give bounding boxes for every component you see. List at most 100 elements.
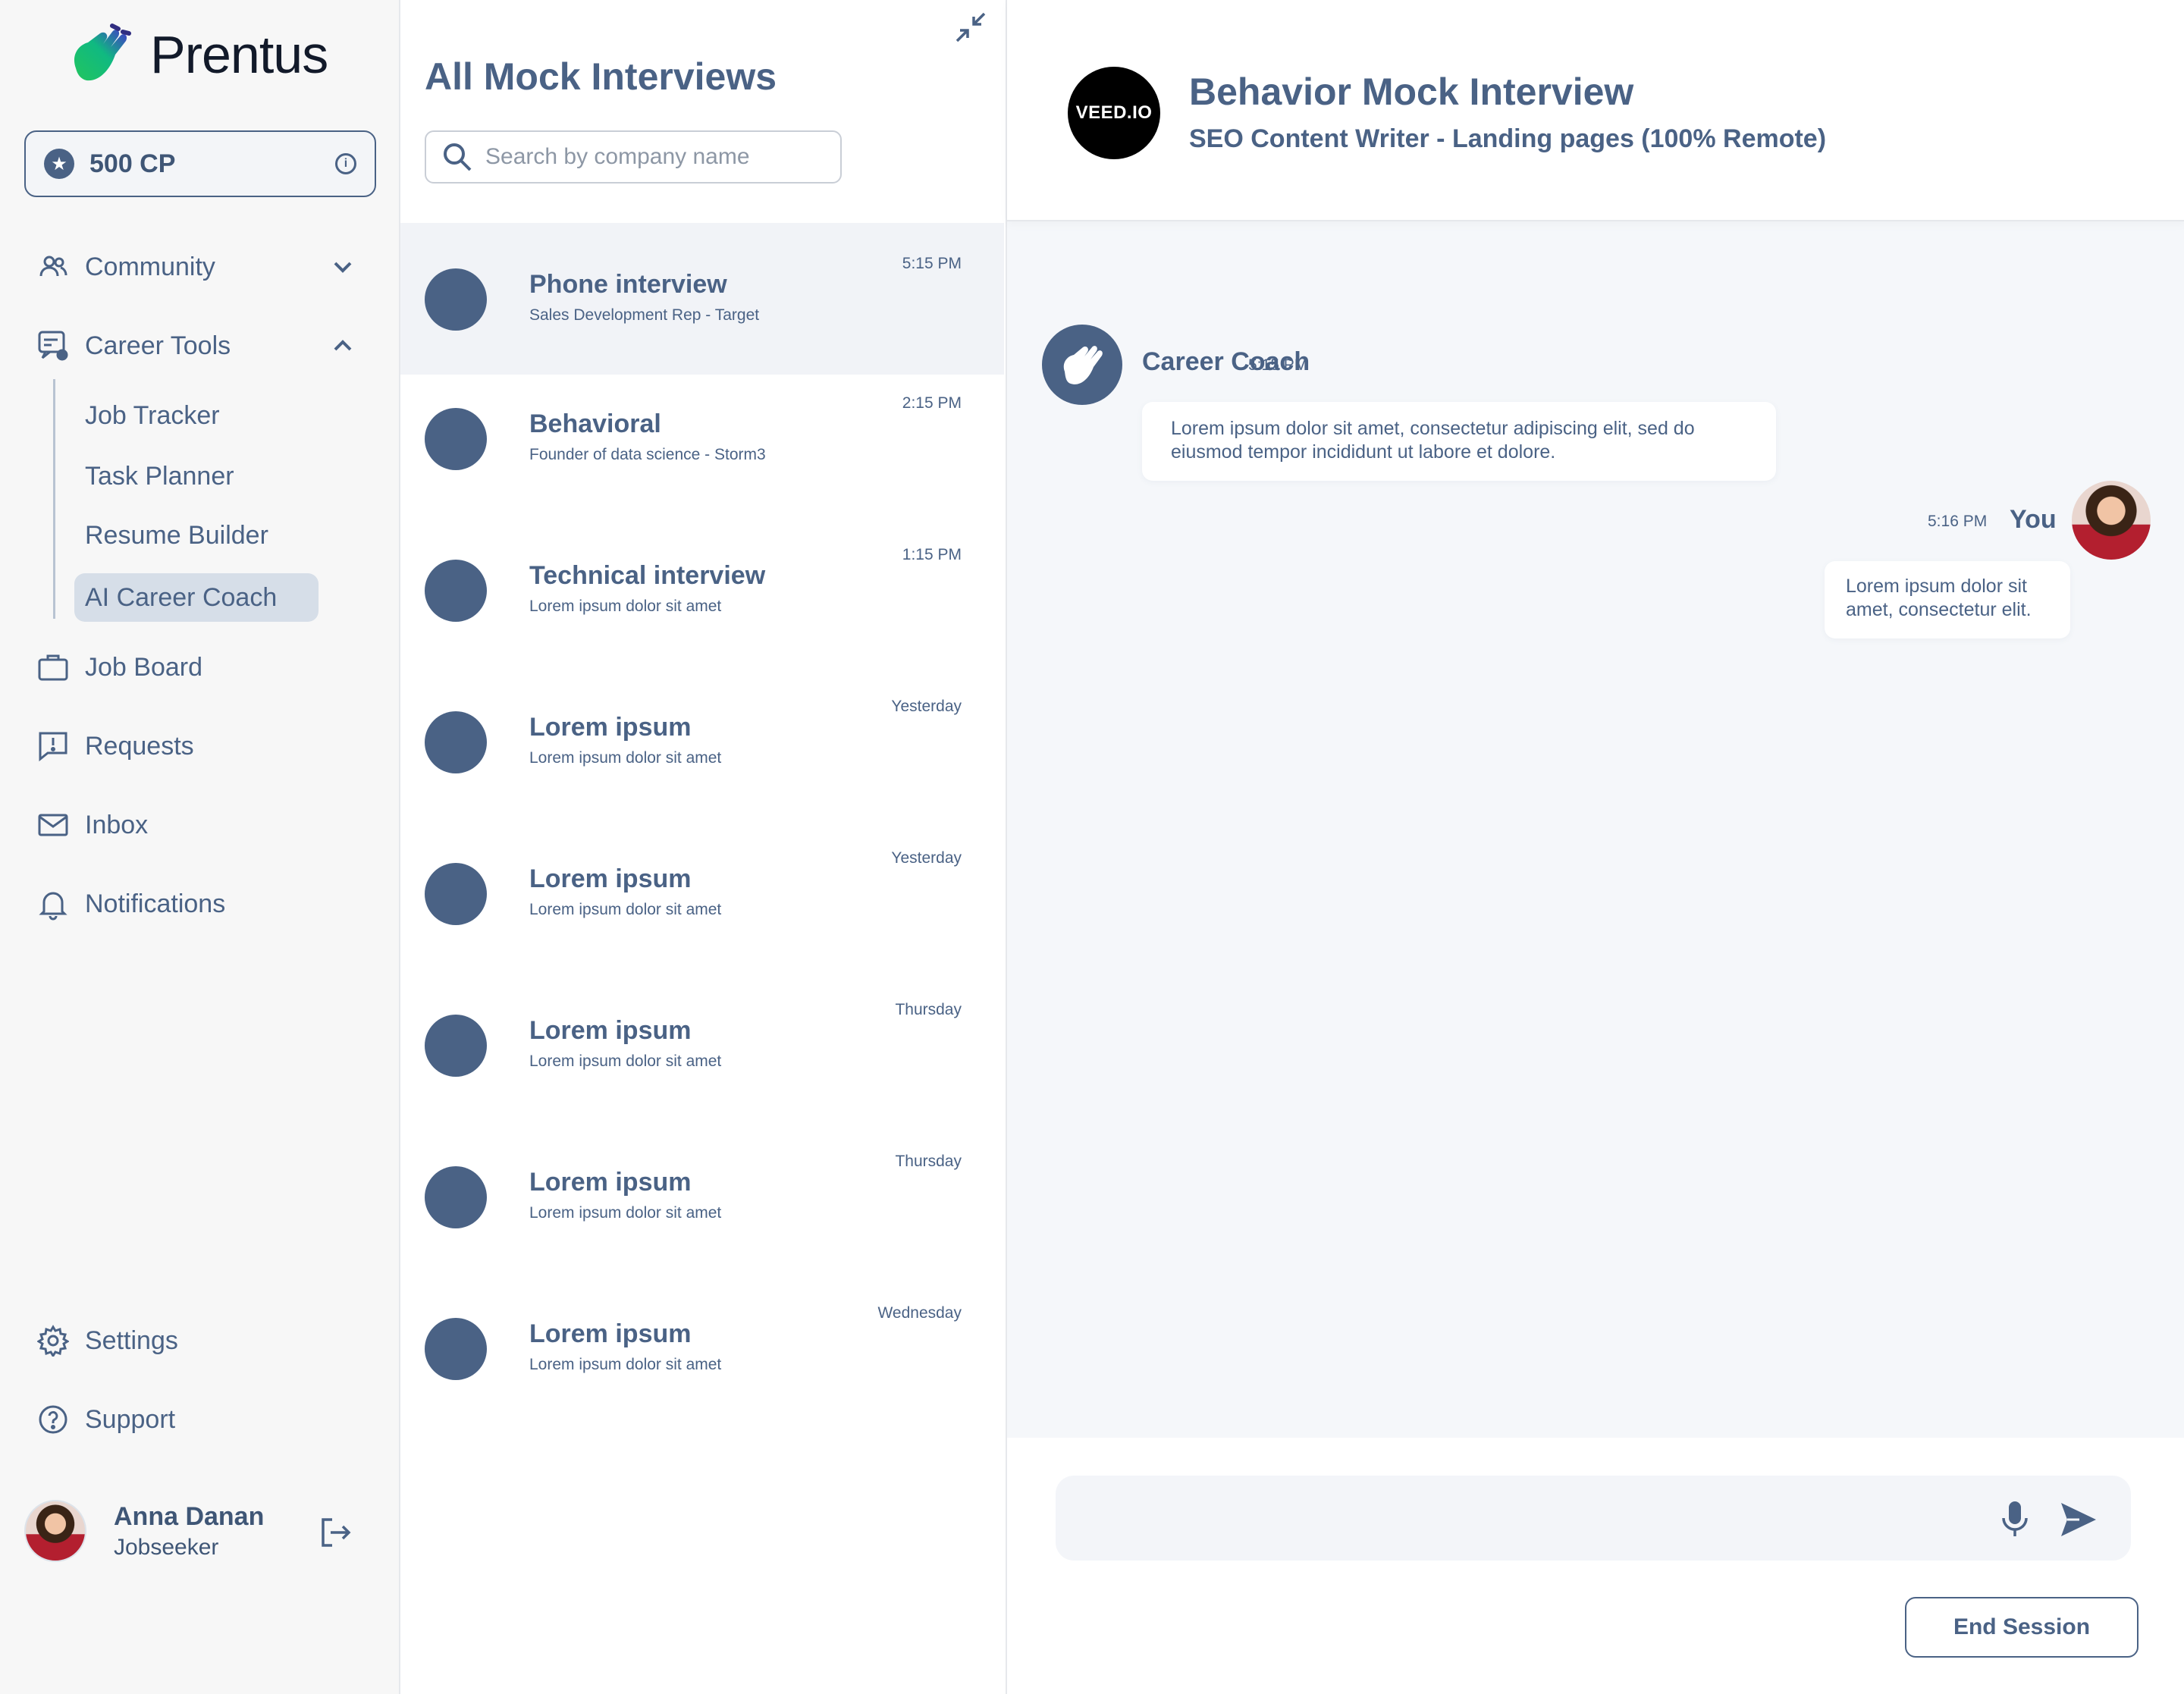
sidebar-item-task-planner[interactable]: Task Planner: [85, 453, 234, 499]
company-avatar: [425, 268, 487, 331]
brand-name: Prentus: [150, 25, 328, 84]
interview-row[interactable]: Lorem ipsum Lorem ipsum dolor sit amet Y…: [400, 817, 1004, 969]
composer-area: End Session: [1007, 1438, 2184, 1694]
message-time: 5:15 PM: [1248, 356, 1308, 374]
interview-time: Wednesday: [877, 1304, 962, 1322]
send-icon[interactable]: [2057, 1498, 2099, 1541]
gear-icon: [36, 1324, 70, 1357]
interview-title: Lorem ipsum: [529, 713, 692, 742]
interview-subtitle: Lorem ipsum dolor sit amet: [529, 1356, 722, 1373]
interview-row[interactable]: Lorem ipsum Lorem ipsum dolor sit amet T…: [400, 969, 1004, 1121]
nav-career-tools[interactable]: Career Tools: [36, 323, 231, 369]
interview-row[interactable]: Phone interview Sales Development Rep - …: [400, 223, 1004, 375]
credits-badge[interactable]: ★ 500 CP i: [24, 130, 376, 197]
coach-message-bubble: Lorem ipsum dolor sit amet, consectetur …: [1142, 402, 1776, 481]
interview-time: Yesterday: [891, 849, 962, 867]
search-input[interactable]: [485, 144, 819, 170]
interview-row[interactable]: Lorem ipsum Lorem ipsum dolor sit amet Y…: [400, 666, 1004, 817]
company-avatar: [425, 863, 487, 925]
sidebar-item-job-tracker[interactable]: Job Tracker: [85, 393, 220, 438]
nav-inbox-label: Inbox: [85, 810, 149, 839]
sidebar-item-resume-builder[interactable]: Resume Builder: [85, 513, 268, 558]
end-session-button[interactable]: End Session: [1905, 1597, 2138, 1658]
interview-row[interactable]: Lorem ipsum Lorem ipsum dolor sit amet W…: [400, 1272, 1004, 1424]
search-icon: [444, 143, 472, 171]
company-avatar: [425, 1015, 487, 1077]
nav-requests-label: Requests: [85, 731, 194, 761]
avatar: [24, 1500, 86, 1562]
chat-header: VEED.IO Behavior Mock Interview SEO Cont…: [1007, 0, 2184, 221]
sidebar-item-ai-career-coach[interactable]: AI Career Coach: [85, 575, 277, 620]
interviews-title: All Mock Interviews: [425, 55, 777, 98]
info-icon[interactable]: i: [335, 153, 356, 174]
interview-subtitle: Lorem ipsum dolor sit amet: [529, 1204, 722, 1222]
interviews-panel: All Mock Interviews Phone interview Sale…: [400, 0, 1007, 1694]
nav-settings-label: Settings: [85, 1325, 178, 1355]
interview-time: 5:15 PM: [902, 255, 962, 272]
interview-time: Thursday: [895, 1153, 962, 1170]
interview-subtitle: Lorem ipsum dolor sit amet: [529, 598, 722, 615]
brand-logo[interactable]: Prentus: [70, 23, 328, 86]
nav-job-board[interactable]: Job Board: [36, 645, 202, 690]
nav-support-label: Support: [85, 1404, 176, 1434]
nav-support[interactable]: Support: [36, 1397, 175, 1442]
message-time: 5:16 PM: [1928, 513, 1988, 530]
interview-title: Technical interview: [529, 561, 766, 590]
credits-label: 500 CP: [89, 149, 176, 178]
user-name: Anna Danan: [114, 1501, 265, 1531]
company-avatar: [425, 408, 487, 470]
interview-title: Lorem ipsum: [529, 1319, 692, 1348]
nav-notifications[interactable]: Notifications: [36, 881, 225, 927]
microphone-icon[interactable]: [1996, 1498, 2034, 1541]
interview-title: Behavioral: [529, 409, 661, 438]
mail-icon: [36, 808, 70, 842]
user-profile[interactable]: Anna Danan Jobseeker: [24, 1500, 264, 1562]
interview-title: Lorem ipsum: [529, 864, 692, 893]
bell-icon: [36, 887, 70, 921]
interview-time: 1:15 PM: [902, 546, 962, 563]
prentus-logo-icon: [74, 24, 131, 81]
nav-inbox[interactable]: Inbox: [36, 802, 148, 848]
company-logo: VEED.IO: [1068, 67, 1160, 159]
interview-subtitle: Lorem ipsum dolor sit amet: [529, 1052, 722, 1070]
interview-subtitle: Founder of data science - Storm3: [529, 446, 766, 463]
career-coach-avatar: [1042, 325, 1122, 405]
interview-row[interactable]: Technical interview Lorem ipsum dolor si…: [400, 514, 1004, 666]
user-role: Jobseeker: [114, 1534, 219, 1560]
user-message-bubble: Lorem ipsum dolor sit amet, consectetur …: [1825, 561, 2070, 638]
career-tools-icon: [36, 329, 70, 362]
chat-subtitle: SEO Content Writer - Landing pages (100%…: [1189, 124, 1827, 153]
search-box[interactable]: [425, 130, 842, 184]
nav-career-tools-label: Career Tools: [85, 331, 231, 360]
nav-community-label: Community: [85, 252, 215, 281]
submenu-divider: [53, 379, 55, 619]
hand-wave-icon: [1063, 346, 1103, 384]
interview-subtitle: Lorem ipsum dolor sit amet: [529, 901, 722, 918]
interview-title: Lorem ipsum: [529, 1168, 692, 1197]
company-avatar: [425, 560, 487, 622]
nav-community[interactable]: Community: [36, 244, 215, 290]
collapse-icon[interactable]: [952, 9, 989, 45]
interview-row[interactable]: Lorem ipsum Lorem ipsum dolor sit amet T…: [400, 1121, 1004, 1272]
logout-icon[interactable]: [318, 1515, 353, 1550]
chat-title: Behavior Mock Interview: [1189, 71, 1634, 113]
nav-notifications-label: Notifications: [85, 889, 226, 918]
chevron-up-icon[interactable]: [328, 331, 358, 361]
star-icon: ★: [44, 149, 74, 179]
interview-subtitle: Lorem ipsum dolor sit amet: [529, 749, 722, 767]
nav-requests[interactable]: Requests: [36, 723, 194, 769]
interview-time: Thursday: [895, 1001, 962, 1018]
message-sender: You: [2010, 505, 2057, 534]
avatar: [2072, 481, 2151, 560]
interview-subtitle: Sales Development Rep - Target: [529, 306, 760, 324]
chevron-down-icon[interactable]: [328, 252, 358, 282]
interview-title: Phone interview: [529, 270, 727, 299]
message-input[interactable]: [1056, 1476, 2131, 1561]
interview-row[interactable]: Behavioral Founder of data science - Sto…: [400, 362, 1004, 514]
interview-time: 2:15 PM: [902, 394, 962, 412]
users-icon: [36, 250, 70, 284]
nav-settings[interactable]: Settings: [36, 1318, 178, 1363]
request-icon: [36, 729, 70, 763]
interview-title: Lorem ipsum: [529, 1016, 692, 1045]
interview-time: Yesterday: [891, 698, 962, 715]
